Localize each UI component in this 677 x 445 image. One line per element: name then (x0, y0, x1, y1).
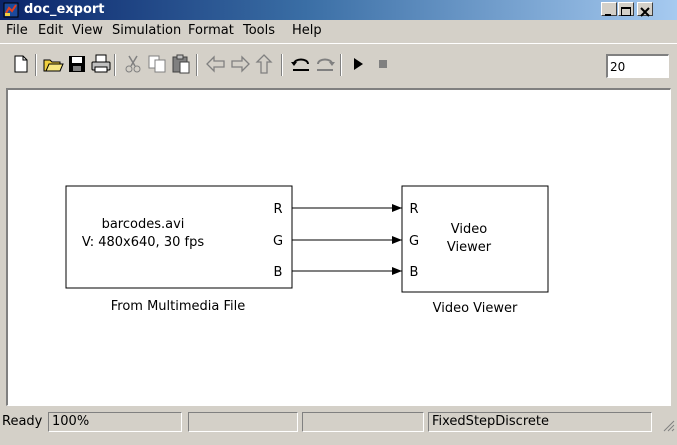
model-canvas[interactable]: barcodes.avi V: 480x640, 30 fps R G B Fr… (6, 88, 671, 406)
status-pane-empty-2 (302, 412, 424, 432)
from-multimedia-file-block[interactable]: barcodes.avi V: 480x640, 30 fps R G B (65, 185, 293, 289)
toolbar-separator (281, 54, 283, 76)
source-port-g: G (273, 234, 283, 249)
window-title: doc_export (24, 2, 105, 17)
block-diagram: barcodes.avi V: 480x640, 30 fps R G B Fr… (65, 185, 549, 316)
source-filename: barcodes.avi (102, 217, 185, 232)
save-icon[interactable] (66, 53, 88, 75)
copy-icon[interactable] (146, 53, 168, 75)
title-bar[interactable]: doc_export (0, 0, 677, 20)
viewer-label-line2: Viewer (447, 240, 492, 255)
toolbar-separator (114, 54, 116, 76)
source-port-b: B (274, 265, 283, 280)
stop-time-field[interactable] (606, 54, 669, 78)
open-icon[interactable] (42, 53, 64, 75)
menu-file[interactable]: File (6, 24, 28, 38)
viewer-port-g: G (409, 234, 419, 249)
maximize-button[interactable] (618, 2, 634, 16)
status-pane-empty-1 (188, 412, 298, 432)
menu-simulation[interactable]: Simulation (112, 24, 181, 38)
minimize-icon (605, 14, 611, 16)
simulink-icon (3, 2, 19, 18)
source-port-r: R (273, 202, 282, 217)
viewer-label-line1: Video (451, 222, 487, 237)
minimize-button[interactable] (601, 2, 617, 16)
maximize-icon (621, 7, 631, 16)
toolbar (0, 43, 677, 83)
status-solver: FixedStepDiscrete (428, 412, 652, 432)
close-button[interactable] (637, 2, 653, 17)
menu-help[interactable]: Help (292, 24, 322, 38)
resize-grip-icon[interactable] (663, 420, 675, 432)
cut-icon[interactable] (122, 53, 144, 75)
redo-icon[interactable] (314, 53, 336, 75)
back-icon[interactable] (205, 53, 227, 75)
close-icon (640, 7, 650, 17)
viewer-block-name[interactable]: Video Viewer (433, 301, 518, 316)
video-viewer-block[interactable]: R G B Video Viewer (401, 185, 549, 293)
menu-bar: File Edit View Simulation Format Tools H… (0, 20, 677, 42)
source-format: V: 480x640, 30 fps (82, 235, 204, 250)
toolbar-separator (196, 54, 198, 76)
toolbar-separator (35, 54, 37, 76)
start-simulation-icon[interactable] (347, 53, 369, 75)
viewer-port-r: R (409, 202, 418, 217)
forward-icon[interactable] (229, 53, 251, 75)
up-icon[interactable] (253, 53, 275, 75)
status-zoom: 100% (48, 412, 182, 432)
menu-tools[interactable]: Tools (243, 24, 275, 38)
new-icon[interactable] (10, 53, 32, 75)
menu-format[interactable]: Format (188, 24, 234, 38)
menu-edit[interactable]: Edit (38, 24, 63, 38)
paste-icon[interactable] (170, 53, 192, 75)
menu-view[interactable]: View (72, 24, 103, 38)
status-state: Ready (2, 414, 43, 429)
print-icon[interactable] (90, 53, 112, 75)
source-block-name[interactable]: From Multimedia File (111, 299, 246, 314)
undo-icon[interactable] (290, 53, 312, 75)
status-bar: Ready 100% FixedStepDiscrete (0, 410, 677, 445)
viewer-port-b: B (410, 265, 419, 280)
toolbar-separator (340, 54, 342, 76)
stop-simulation-icon[interactable] (372, 53, 394, 75)
